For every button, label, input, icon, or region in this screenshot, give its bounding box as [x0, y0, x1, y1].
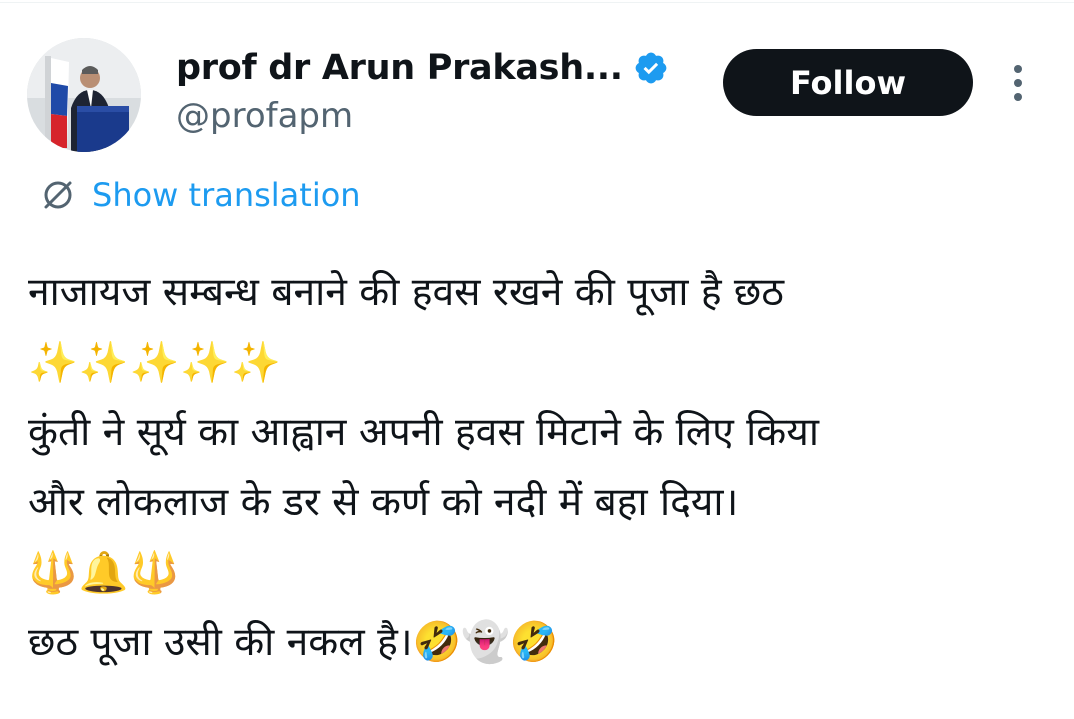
- top-divider: [0, 2, 1074, 3]
- tweet-line: छठ पूजा उसी की नकल है।🤣👻🤣: [28, 620, 559, 665]
- follow-button[interactable]: Follow: [723, 49, 973, 116]
- author-handle[interactable]: @profapm: [176, 96, 669, 136]
- tweet-line-sparkles: ✨✨✨✨✨: [28, 340, 283, 386]
- show-translation-label[interactable]: Show translation: [92, 176, 361, 214]
- tweet-text: नाजायज सम्बन्ध बनाने की हवस रखने की पूजा…: [28, 258, 1058, 678]
- tweet-line: और लोकलाज के डर से कर्ण को नदी में बहा द…: [28, 480, 739, 525]
- translate-globe-icon: [40, 177, 76, 213]
- tweet-line-emojis: 🔱🔔🔱: [28, 550, 181, 596]
- author-display-name[interactable]: prof dr Arun Prakash...: [176, 48, 623, 88]
- tweet-line: नाजायज सम्बन्ध बनाने की हवस रखने की पूजा…: [28, 270, 784, 315]
- name-row: prof dr Arun Prakash...: [176, 44, 669, 92]
- author-block[interactable]: prof dr Arun Prakash... @profapm: [176, 44, 669, 136]
- tweet-line: कुंती ने सूर्य का आह्वान अपनी हवस मिटाने…: [28, 410, 819, 455]
- show-translation-link[interactable]: Show translation: [40, 176, 361, 214]
- more-vertical-icon[interactable]: [1000, 62, 1036, 104]
- avatar[interactable]: [27, 38, 141, 152]
- verified-badge-icon[interactable]: [633, 50, 669, 86]
